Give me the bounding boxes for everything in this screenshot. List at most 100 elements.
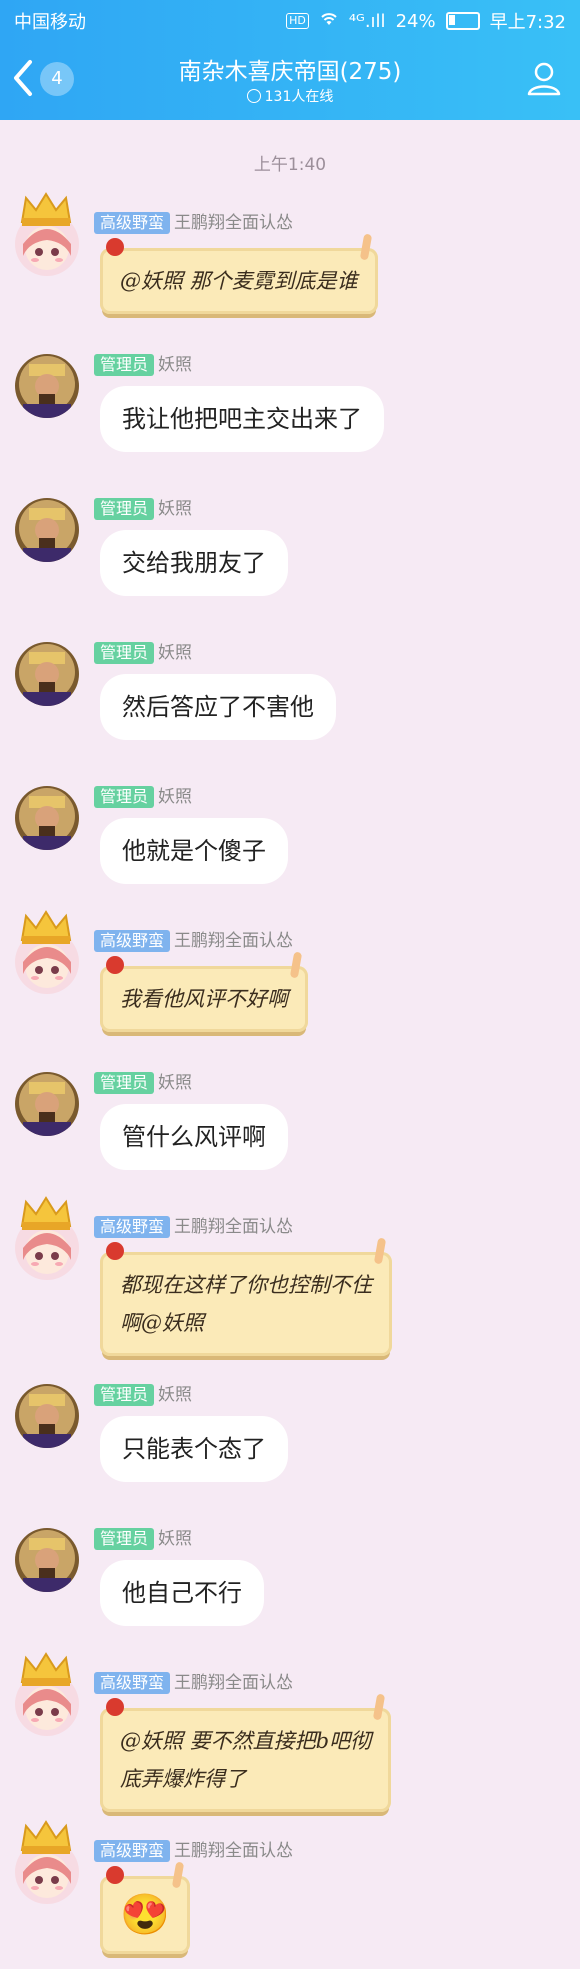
message-text: @妖照 要不然直接把b吧彻 [120, 1729, 372, 1753]
sender-row: 管理员 妖照 [94, 1068, 192, 1094]
sender-name[interactable]: 妖照 [158, 355, 192, 375]
admin-avatar[interactable] [15, 1072, 79, 1136]
admin-avatar-image [15, 498, 79, 562]
admin-avatar-image [15, 1072, 79, 1136]
sender-row: 高级野蛮 王鹏翔全面认怂 [94, 208, 293, 234]
admin-tag: 管理员 [94, 354, 155, 376]
quill-icon [373, 1237, 387, 1265]
admin-avatar[interactable] [15, 1528, 79, 1592]
admin-avatar-image [15, 1528, 79, 1592]
quill-icon [359, 233, 372, 261]
admin-avatar-image [15, 1384, 79, 1448]
status-bar: 中国移动 HD ⁴ᴳ.ıll 24% 早上7:32 [14, 8, 566, 34]
senior-tag: 高级野蛮 [94, 930, 171, 952]
quill-icon [289, 951, 303, 979]
admin-avatar-image [15, 642, 79, 706]
crown-decoration [18, 1196, 74, 1232]
message-text: 都现在这样了你也控制不住 [120, 1273, 372, 1297]
crown-decoration [18, 910, 74, 946]
sender-name[interactable]: 王鹏翔全面认怂 [174, 1673, 293, 1693]
message-bubble-scroll[interactable]: 都现在这样了你也控制不住 啊@妖照 [100, 1237, 392, 1356]
admin-tag: 管理员 [94, 642, 155, 664]
chat-title[interactable]: 南杂木喜庆帝国(275) [0, 52, 580, 86]
senior-tag: 高级野蛮 [94, 1840, 171, 1862]
sender-row: 管理员 妖照 [94, 782, 192, 808]
sender-row: 高级野蛮 王鹏翔全面认怂 [94, 1212, 293, 1238]
message-bubble[interactable]: 他就是个傻子 [100, 818, 288, 884]
apple-icon [106, 956, 124, 974]
sender-name[interactable]: 妖照 [158, 1529, 192, 1549]
admin-tag: 管理员 [94, 498, 155, 520]
sender-row: 高级野蛮 王鹏翔全面认怂 [94, 1668, 293, 1694]
message-bubble-scroll[interactable]: @妖照 要不然直接把b吧彻 底弄爆炸得了 [100, 1693, 392, 1812]
admin-avatar-image [15, 354, 79, 418]
message-text: 啊@妖照 [120, 1311, 204, 1335]
admin-avatar-image [15, 786, 79, 850]
sender-row: 管理员 妖照 [94, 494, 192, 520]
crown-decoration [18, 192, 74, 228]
senior-tag: 高级野蛮 [94, 212, 171, 234]
apple-icon [106, 1698, 124, 1716]
apple-icon [106, 1866, 124, 1884]
crown-icon [20, 1196, 72, 1230]
message-text: 我看他风评不好啊 [120, 987, 288, 1011]
sender-name[interactable]: 妖照 [158, 787, 192, 807]
apple-icon [106, 238, 124, 256]
crown-icon [20, 1820, 72, 1854]
quill-icon [171, 1861, 185, 1889]
message-bubble[interactable]: 只能表个态了 [100, 1416, 288, 1482]
message-bubble[interactable]: 交给我朋友了 [100, 530, 288, 596]
signal-icon: ⁴ᴳ.ıll [348, 10, 386, 32]
message-bubble[interactable]: 他自己不行 [100, 1560, 264, 1626]
admin-tag: 管理员 [94, 1072, 155, 1094]
crown-icon [20, 192, 72, 226]
admin-tag: 管理员 [94, 1528, 155, 1550]
senior-tag: 高级野蛮 [94, 1672, 171, 1694]
emoji-sticker: 😍 [120, 1892, 170, 1938]
sender-name[interactable]: 王鹏翔全面认怂 [174, 213, 293, 233]
message-bubble[interactable]: 管什么风评啊 [100, 1104, 288, 1170]
sender-name[interactable]: 妖照 [158, 499, 192, 519]
sender-row: 管理员 妖照 [94, 350, 192, 376]
message-text: @妖照 那个麦霓到底是谁 [120, 269, 358, 293]
sender-row: 管理员 妖照 [94, 1524, 192, 1550]
sender-row: 高级野蛮 王鹏翔全面认怂 [94, 1836, 293, 1862]
sender-name[interactable]: 妖照 [158, 643, 192, 663]
hd-icon: HD [286, 13, 309, 29]
admin-avatar[interactable] [15, 354, 79, 418]
message-bubble[interactable]: 我让他把吧主交出来了 [100, 386, 384, 452]
admin-avatar[interactable] [15, 642, 79, 706]
battery-percent: 24% [395, 10, 436, 32]
sender-name[interactable]: 妖照 [158, 1073, 192, 1093]
group-members-button[interactable] [524, 58, 564, 98]
apple-icon [106, 1242, 124, 1260]
admin-tag: 管理员 [94, 1384, 155, 1406]
senior-tag: 高级野蛮 [94, 1216, 171, 1238]
admin-avatar[interactable] [15, 1384, 79, 1448]
message-bubble[interactable]: 然后答应了不害他 [100, 674, 336, 740]
top-bar: 中国移动 HD ⁴ᴳ.ıll 24% 早上7:32 4 南杂木喜庆帝国(275)… [0, 0, 580, 120]
wifi-icon [319, 11, 339, 32]
sender-row: 管理员 妖照 [94, 638, 192, 664]
sender-row: 高级野蛮 王鹏翔全面认怂 [94, 926, 293, 952]
message-bubble-scroll[interactable]: 我看他风评不好啊 [100, 951, 308, 1032]
admin-avatar[interactable] [15, 786, 79, 850]
online-icon [246, 89, 261, 103]
crown-icon [20, 910, 72, 944]
battery-icon [445, 12, 480, 30]
timestamp-divider: 上午1:40 [253, 155, 327, 175]
carrier-label: 中国移动 [14, 12, 86, 33]
message-bubble-scroll[interactable]: 😍 [100, 1861, 190, 1954]
sender-name[interactable]: 妖照 [158, 1385, 192, 1405]
sender-name[interactable]: 王鹏翔全面认怂 [174, 931, 293, 951]
sender-name[interactable]: 王鹏翔全面认怂 [174, 1217, 293, 1237]
crown-decoration [18, 1652, 74, 1688]
message-text: 底弄爆炸得了 [120, 1767, 246, 1791]
sender-name[interactable]: 王鹏翔全面认怂 [174, 1841, 293, 1861]
message-bubble-scroll[interactable]: @妖照 那个麦霓到底是谁 [100, 233, 378, 314]
admin-tag: 管理员 [94, 786, 155, 808]
clock: 早上7:32 [489, 12, 566, 33]
sender-row: 管理员 妖照 [94, 1380, 192, 1406]
online-count: 131人在线 [0, 86, 580, 106]
admin-avatar[interactable] [15, 498, 79, 562]
